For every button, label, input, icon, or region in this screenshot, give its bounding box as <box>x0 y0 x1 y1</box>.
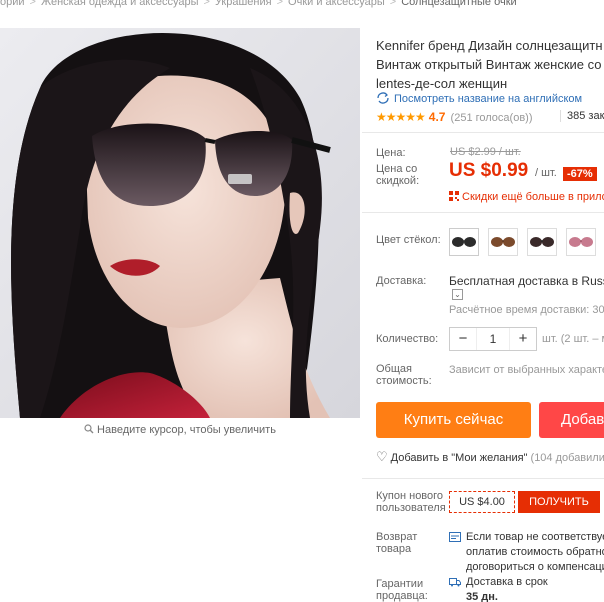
quantity-decrease-button[interactable]: − <box>450 328 476 350</box>
price-label: Цена: <box>376 147 406 159</box>
rating-value: 4.7 <box>428 110 446 124</box>
coupon-value: US $4.00 <box>449 491 515 513</box>
breadcrumb-item[interactable]: Женская одежда и аксессуары <box>41 0 199 8</box>
rating-votes[interactable]: (251 голоса(ов)) <box>451 112 533 124</box>
breadcrumb: ории > Женская одежда и аксессуары > Украшен… <box>0 0 604 12</box>
divider <box>362 132 604 133</box>
heart-icon: ♡ <box>376 449 388 464</box>
total-label-line: стоимость: <box>376 375 432 387</box>
color-swatch-black-gradient[interactable] <box>449 228 479 256</box>
breadcrumb-item-current[interactable]: Солнцезащитные очки <box>401 0 516 8</box>
shipping-dropdown-icon[interactable]: ⌄ <box>452 289 463 300</box>
translate-title-link[interactable]: Посмотреть название на английском <box>376 92 582 105</box>
product-photo-illustration <box>0 28 360 418</box>
qr-code-icon <box>449 191 459 201</box>
translate-icon <box>377 92 389 104</box>
product-title-line: Kennifer бренд Дизайн солнцезащитн <box>376 38 603 53</box>
guarantees-label-line: продавца: <box>376 590 428 602</box>
translate-link-text[interactable]: Посмотреть название на английском <box>394 93 582 105</box>
sunglasses-icon <box>530 237 554 247</box>
sunglasses-icon <box>452 237 476 247</box>
product-title-line: Винтаж открытый Винтаж женские со <box>376 57 602 72</box>
return-policy-icon <box>449 532 461 542</box>
color-swatch-pink[interactable] <box>566 228 596 256</box>
price-unit: / шт. <box>535 167 557 179</box>
returns-label: Возврат товара <box>376 531 417 555</box>
color-swatch-black-brown[interactable] <box>527 228 557 256</box>
coupon-label-line: Купон нового <box>376 490 444 502</box>
rating[interactable]: ★★★★★ 4.7 (251 голоса(ов)) <box>376 110 533 124</box>
product-title: Kennifer бренд Дизайн солнцезащитн Винта… <box>376 36 604 93</box>
magnifier-icon <box>84 424 94 434</box>
breadcrumb-item[interactable]: Очки и аксессуары <box>288 0 385 8</box>
quantity-input[interactable]: 1 <box>476 328 510 350</box>
sale-price: US $0.99 <box>449 160 529 181</box>
quantity-stepper: − 1 + <box>449 327 537 351</box>
on-time-delivery-icon <box>449 578 461 587</box>
returns-label-line: товара <box>376 543 412 555</box>
delivery-days: 35 дн. <box>466 591 498 602</box>
color-swatch-brown[interactable] <box>488 228 518 256</box>
return-policy-line: Если товар не соответствует <box>466 531 604 543</box>
zoom-hint-text: Наведите курсор, чтобы увеличить <box>97 424 276 436</box>
breadcrumb-item[interactable]: Украшения <box>215 0 272 8</box>
wishlist-link[interactable]: ♡ Добавить в "Мои желания" (104 добавили <box>376 449 604 465</box>
app-promo[interactable]: Скидки ещё больше в прилож <box>449 191 604 203</box>
buy-now-button[interactable]: Купить сейчас <box>376 402 531 438</box>
return-policy-line: договориться о компенсаци <box>466 561 604 573</box>
divider <box>362 478 604 479</box>
delivery-time: Расчётное время доставки: 30- <box>449 304 604 316</box>
quantity-label: Количество: <box>376 333 439 345</box>
return-policy-line: оплатив стоимость обратно <box>466 546 604 558</box>
discount-badge: -67% <box>563 167 597 181</box>
sunglasses-icon <box>491 237 515 247</box>
app-promo-text[interactable]: Скидки ещё больше в прилож <box>462 191 604 203</box>
seller-guarantees-label: Гарантии продавца: <box>376 578 428 602</box>
returns-label-line: Возврат <box>376 531 418 543</box>
product-title-line: lentes-де-сол женщин <box>376 76 508 91</box>
rating-stars-icon: ★★★★★ <box>376 110 426 124</box>
add-to-cart-button[interactable]: Добав <box>539 402 604 438</box>
product-image[interactable] <box>0 28 360 418</box>
quantity-available: шт. (2 шт. – м <box>542 333 604 345</box>
quantity-increase-button[interactable]: + <box>510 328 536 350</box>
discount-price-label: Цена со скидкой: <box>376 163 420 187</box>
coupon-label-line: пользователя <box>376 502 446 514</box>
zoom-hint: Наведите курсор, чтобы увеличить <box>0 424 360 436</box>
guarantees-label-line: Гарантии <box>376 578 424 590</box>
total-label-line: Общая <box>376 363 412 375</box>
total-label: Общая стоимость: <box>376 363 432 387</box>
lens-color-label: Цвет стёкол: <box>376 234 441 246</box>
shipping-value: Бесплатная доставка в Russian <box>449 274 604 288</box>
wishlist-count: (104 добавили <box>530 452 604 464</box>
sunglasses-icon <box>569 237 593 247</box>
wishlist-text[interactable]: Добавить в "Мои желания" <box>391 452 528 464</box>
breadcrumb-item[interactable]: ории <box>0 0 25 8</box>
get-coupon-button[interactable]: ПОЛУЧИТЬ <box>518 491 600 513</box>
orders-count: 385 зака <box>560 110 604 122</box>
total-value: Зависит от выбранных характе <box>449 364 604 376</box>
new-user-coupon-label: Купон нового пользователя <box>376 490 446 514</box>
coupon-value-text: US $4.00 <box>459 496 505 508</box>
on-time-delivery-text: Доставка в срок <box>466 576 548 588</box>
original-price: US $2.99 / шт. <box>450 146 521 158</box>
return-policy-text: Если товар не соответствует оплатив стои… <box>466 530 604 575</box>
divider <box>362 212 604 213</box>
shipping-label: Доставка: <box>376 275 427 287</box>
